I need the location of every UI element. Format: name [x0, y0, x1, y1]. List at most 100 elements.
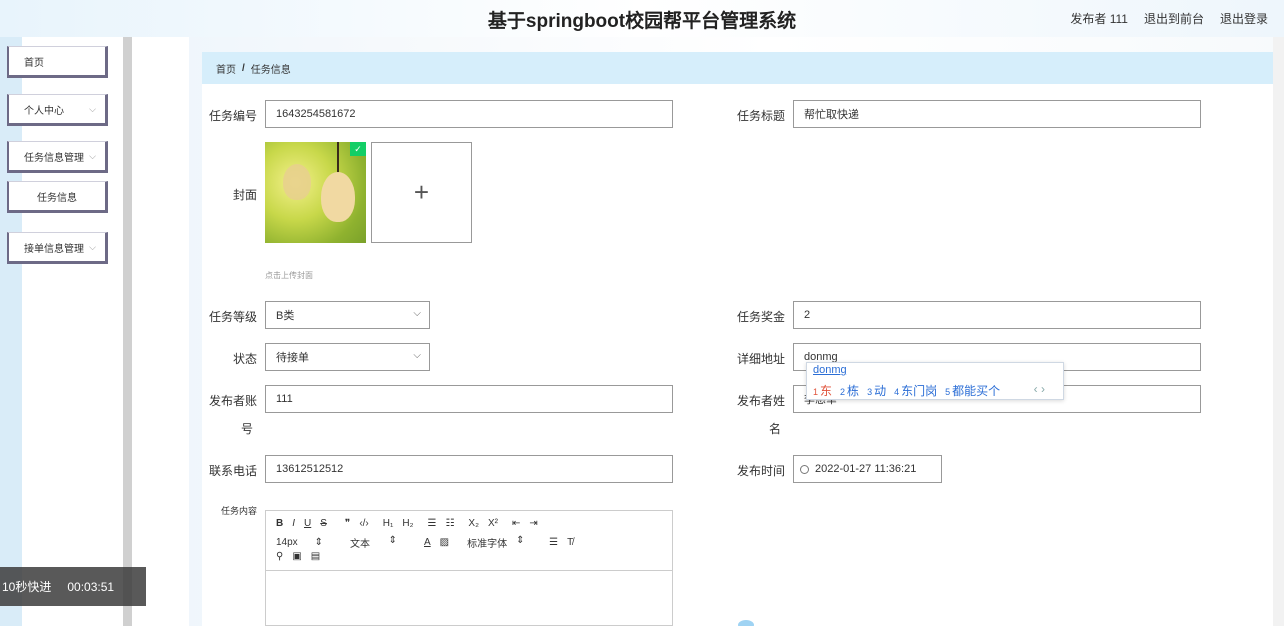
reward-label: 任务奖金 [736, 310, 785, 324]
video-time: 00:03:51 [67, 579, 115, 594]
bullet-list-icon[interactable]: ☷ [445, 518, 454, 529]
top-right-links: 发布者 111 退出到前台 退出登录 [1070, 10, 1268, 27]
heart-shape [321, 172, 355, 222]
font-size-select[interactable]: 14px ⇕ [276, 537, 332, 548]
sidebar-item-label: 个人中心 [24, 105, 64, 117]
cover-image[interactable]: ✓ [265, 142, 366, 243]
content-label: 任务内容 [220, 506, 257, 516]
phone-label: 联系电话 [208, 464, 257, 478]
italic-icon[interactable]: I [292, 518, 295, 529]
breadcrumb-current: 任务信息 [250, 64, 291, 76]
time-label: 发布时间 [736, 464, 785, 478]
ime-page-nav[interactable]: ‹ › [1034, 382, 1045, 396]
account-label: 发布者账 [201, 392, 257, 409]
level-label: 任务等级 [208, 310, 257, 324]
name-label-line1: 发布者姓 [736, 394, 785, 408]
align-icon[interactable]: ☰ [549, 537, 558, 548]
ime-candidate-popup[interactable]: donmg 1东 2栋 3动 4 东门岗 5 都能买个 ‹ › [806, 362, 1064, 400]
sidebar-item-home[interactable]: 首页 [7, 46, 108, 78]
sidebar-scrollbar[interactable] [123, 37, 132, 626]
sidebar-item-label: 首页 [24, 57, 44, 69]
upload-button[interactable]: + [371, 142, 472, 243]
account-label-line2: 号 [240, 422, 253, 436]
status-value: 待接单 [276, 352, 309, 364]
account-label-line1: 发布者账 [208, 394, 257, 408]
image-icon[interactable]: ▣ [292, 551, 301, 562]
task-title-label: 任务标题 [736, 109, 785, 123]
ime-candidate[interactable]: 3动 [867, 382, 886, 399]
rich-text-editor[interactable]: B I U S ❞ ‹/› H₁ H₂ ☰ ☷ X₂ X² ⇤ ⇥ 14px ⇕ … [265, 510, 673, 626]
superscript-icon[interactable]: X² [488, 518, 498, 529]
decor-dot [738, 620, 754, 626]
text-type-select[interactable]: 文本 ⇕ [350, 535, 406, 550]
sidebar-gap [132, 37, 189, 626]
check-icon: ✓ [350, 142, 366, 156]
logout-link[interactable]: 退出登录 [1220, 10, 1268, 27]
strike-icon[interactable]: S [320, 518, 327, 529]
indent-icon[interactable]: ⇥ [529, 518, 537, 529]
account-input[interactable]: 111 [265, 385, 673, 413]
reward-value: 2 [804, 309, 811, 321]
video-icon[interactable]: ▤ [311, 551, 320, 562]
outdent-icon[interactable]: ⇤ [512, 518, 520, 529]
chevron-down-icon: ⌵ [89, 242, 96, 252]
phone-value: 13612512512 [276, 463, 344, 475]
ime-candidates: 1东 2栋 3动 4 东门岗 5 都能买个 [813, 382, 1000, 399]
task-no-value: 1643254581672 [276, 108, 356, 120]
font-family-select[interactable]: 标准字体 ⇕ [467, 535, 531, 550]
plus-icon: + [413, 177, 430, 207]
clear-format-icon[interactable]: T̸ [567, 537, 573, 548]
quote-icon[interactable]: ❞ [345, 518, 350, 529]
ime-candidate[interactable]: 5 都能买个 [945, 382, 1000, 399]
sidebar-item-label: 任务信息管理 [24, 152, 84, 164]
current-user: 发布者 111 [1070, 12, 1128, 26]
name-label-line2: 名 [768, 422, 781, 436]
ime-candidate[interactable]: 1东 [813, 382, 832, 399]
back-to-front-link[interactable]: 退出到前台 [1144, 10, 1204, 27]
top-bar: 基于springboot校园帮平台管理系统 发布者 111 退出到前台 退出登录 [0, 0, 1284, 37]
updown-icon: ⇕ [314, 537, 323, 548]
code-icon[interactable]: ‹/› [359, 518, 368, 529]
background-color-icon[interactable]: ▨ [440, 537, 449, 548]
clock-icon [800, 464, 809, 474]
video-overlay: 10秒快进 00:03:51 [0, 567, 146, 606]
task-title-input[interactable]: 帮忙取快递 [793, 100, 1201, 128]
h1-icon[interactable]: H₁ [383, 518, 394, 529]
bold-icon[interactable]: B [276, 518, 283, 529]
h2-icon[interactable]: H₂ [402, 518, 413, 529]
breadcrumb-separator: / [242, 62, 245, 74]
subscript-icon[interactable]: X₂ [468, 518, 479, 529]
reward-input[interactable]: 2 [793, 301, 1201, 329]
task-no-label: 任务编号 [208, 109, 257, 123]
time-picker[interactable]: 2022-01-27 11:36:21 [793, 455, 942, 483]
chevron-down-icon: ⌵ [413, 308, 421, 319]
ime-typed-text: donmg [813, 364, 847, 376]
toolbar-row-3: ⚲ ▣ ▤ [276, 551, 329, 562]
skip-10s-button[interactable]: 10秒快进 [2, 578, 51, 595]
underline-icon[interactable]: U [304, 518, 311, 529]
phone-input[interactable]: 13612512512 [265, 455, 673, 483]
sidebar-item-order-management[interactable]: 接单信息管理 ⌵ [7, 232, 108, 264]
task-no-input[interactable]: 1643254581672 [265, 100, 673, 128]
account-value: 111 [276, 393, 293, 405]
address-label: 详细地址 [736, 352, 785, 366]
page-scrollbar[interactable] [1273, 37, 1284, 626]
breadcrumb-home[interactable]: 首页 [216, 61, 236, 76]
status-select[interactable]: 待接单 ⌵ [265, 343, 430, 371]
name-label: 发布者姓 [729, 392, 785, 409]
time-value: 2022-01-27 11:36:21 [815, 463, 917, 475]
toolbar-row-1: B I U S ❞ ‹/› H₁ H₂ ☰ ☷ X₂ X² ⇤ ⇥ [276, 518, 547, 529]
sidebar-item-task-info[interactable]: 任务信息 [7, 181, 108, 213]
font-color-icon[interactable]: A [424, 537, 431, 548]
ime-candidate[interactable]: 2栋 [840, 382, 859, 399]
sidebar-item-personal-center[interactable]: 个人中心 ⌵ [7, 94, 108, 126]
level-select[interactable]: B类 ⌵ [265, 301, 430, 329]
heart-shape [283, 164, 311, 200]
chevron-down-icon: ⌵ [413, 350, 421, 361]
ordered-list-icon[interactable]: ☰ [427, 518, 436, 529]
link-icon[interactable]: ⚲ [276, 551, 283, 562]
sidebar-item-label: 任务信息 [37, 192, 77, 204]
ime-candidate[interactable]: 4 东门岗 [894, 382, 937, 399]
editor-toolbar: B I U S ❞ ‹/› H₁ H₂ ☰ ☷ X₂ X² ⇤ ⇥ 14px ⇕ … [266, 511, 672, 571]
sidebar-item-task-management[interactable]: 任务信息管理 ⌵ [7, 141, 108, 173]
